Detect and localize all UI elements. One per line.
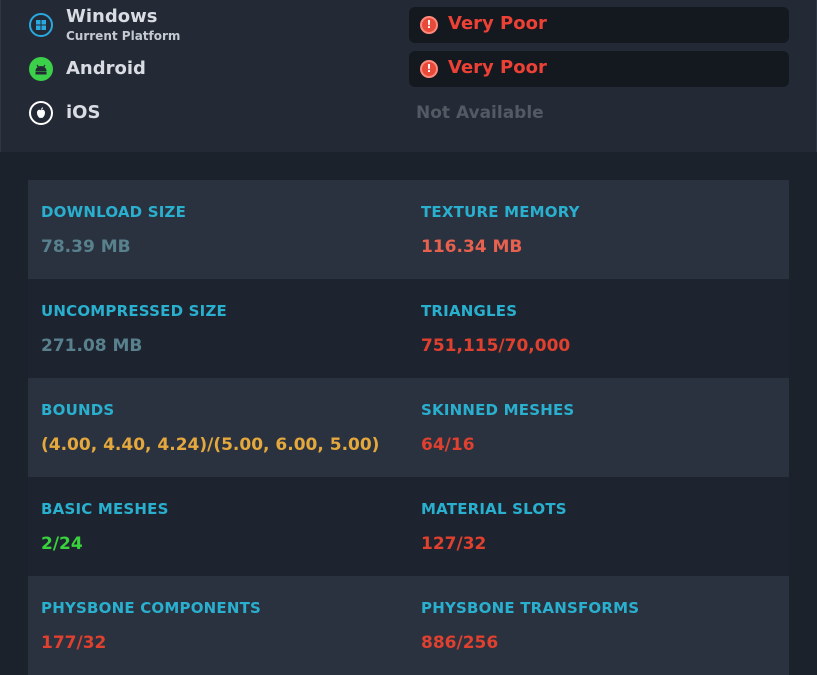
stat-label: BOUNDS: [41, 401, 115, 419]
performance-stats-table: DOWNLOAD SIZE 78.39 MB TEXTURE MEMORY 11…: [28, 180, 789, 675]
platform-name-windows: Windows: [66, 6, 158, 27]
stat-label: PHYSBONE TRANSFORMS: [421, 599, 640, 617]
stat-value: 78.39 MB: [41, 237, 131, 257]
rating-text-android: Very Poor: [448, 57, 547, 78]
apple-icon: [29, 101, 53, 125]
stats-row: BOUNDS (4.00, 4.40, 4.24)/(5.00, 6.00, 5…: [28, 378, 789, 477]
stat-value: 64/16: [421, 435, 475, 455]
exclamation-icon: !: [420, 60, 438, 78]
android-icon: [29, 57, 53, 81]
rating-badge-windows: ! Very Poor: [409, 7, 789, 43]
stat-value: 177/32: [41, 633, 107, 653]
windows-icon: [29, 13, 53, 37]
platform-name-ios: iOS: [66, 102, 101, 123]
stats-row: DOWNLOAD SIZE 78.39 MB TEXTURE MEMORY 11…: [28, 180, 789, 279]
stat-label: MATERIAL SLOTS: [421, 500, 567, 518]
rating-badge-android: ! Very Poor: [409, 51, 789, 87]
stats-row: BASIC MESHES 2/24 MATERIAL SLOTS 127/32: [28, 477, 789, 576]
stat-value: 2/24: [41, 534, 83, 554]
rating-text-windows: Very Poor: [448, 13, 547, 34]
stat-value: 116.34 MB: [421, 237, 523, 257]
rating-text-ios: Not Available: [416, 103, 544, 123]
platform-name-android: Android: [66, 58, 146, 79]
stat-label: TRIANGLES: [421, 302, 518, 320]
platform-ratings-panel: Windows Current Platform ! Very Poor And…: [0, 0, 817, 152]
current-platform-label: Current Platform: [66, 29, 181, 43]
stats-row: UNCOMPRESSED SIZE 271.08 MB TRIANGLES 75…: [28, 279, 789, 378]
stat-label: DOWNLOAD SIZE: [41, 203, 187, 221]
stat-value: 886/256: [421, 633, 499, 653]
stat-label: BASIC MESHES: [41, 500, 169, 518]
stat-value: 751,115/70,000: [421, 336, 571, 356]
stat-label: SKINNED MESHES: [421, 401, 575, 419]
stats-row: PHYSBONE COMPONENTS 177/32 PHYSBONE TRAN…: [28, 576, 789, 675]
stat-value: 271.08 MB: [41, 336, 143, 356]
stat-label: TEXTURE MEMORY: [421, 203, 580, 221]
stat-value: (4.00, 4.40, 4.24)/(5.00, 6.00, 5.00): [41, 435, 380, 455]
exclamation-icon: !: [420, 16, 438, 34]
stat-value: 127/32: [421, 534, 487, 554]
stat-label: UNCOMPRESSED SIZE: [41, 302, 227, 320]
stat-label: PHYSBONE COMPONENTS: [41, 599, 262, 617]
